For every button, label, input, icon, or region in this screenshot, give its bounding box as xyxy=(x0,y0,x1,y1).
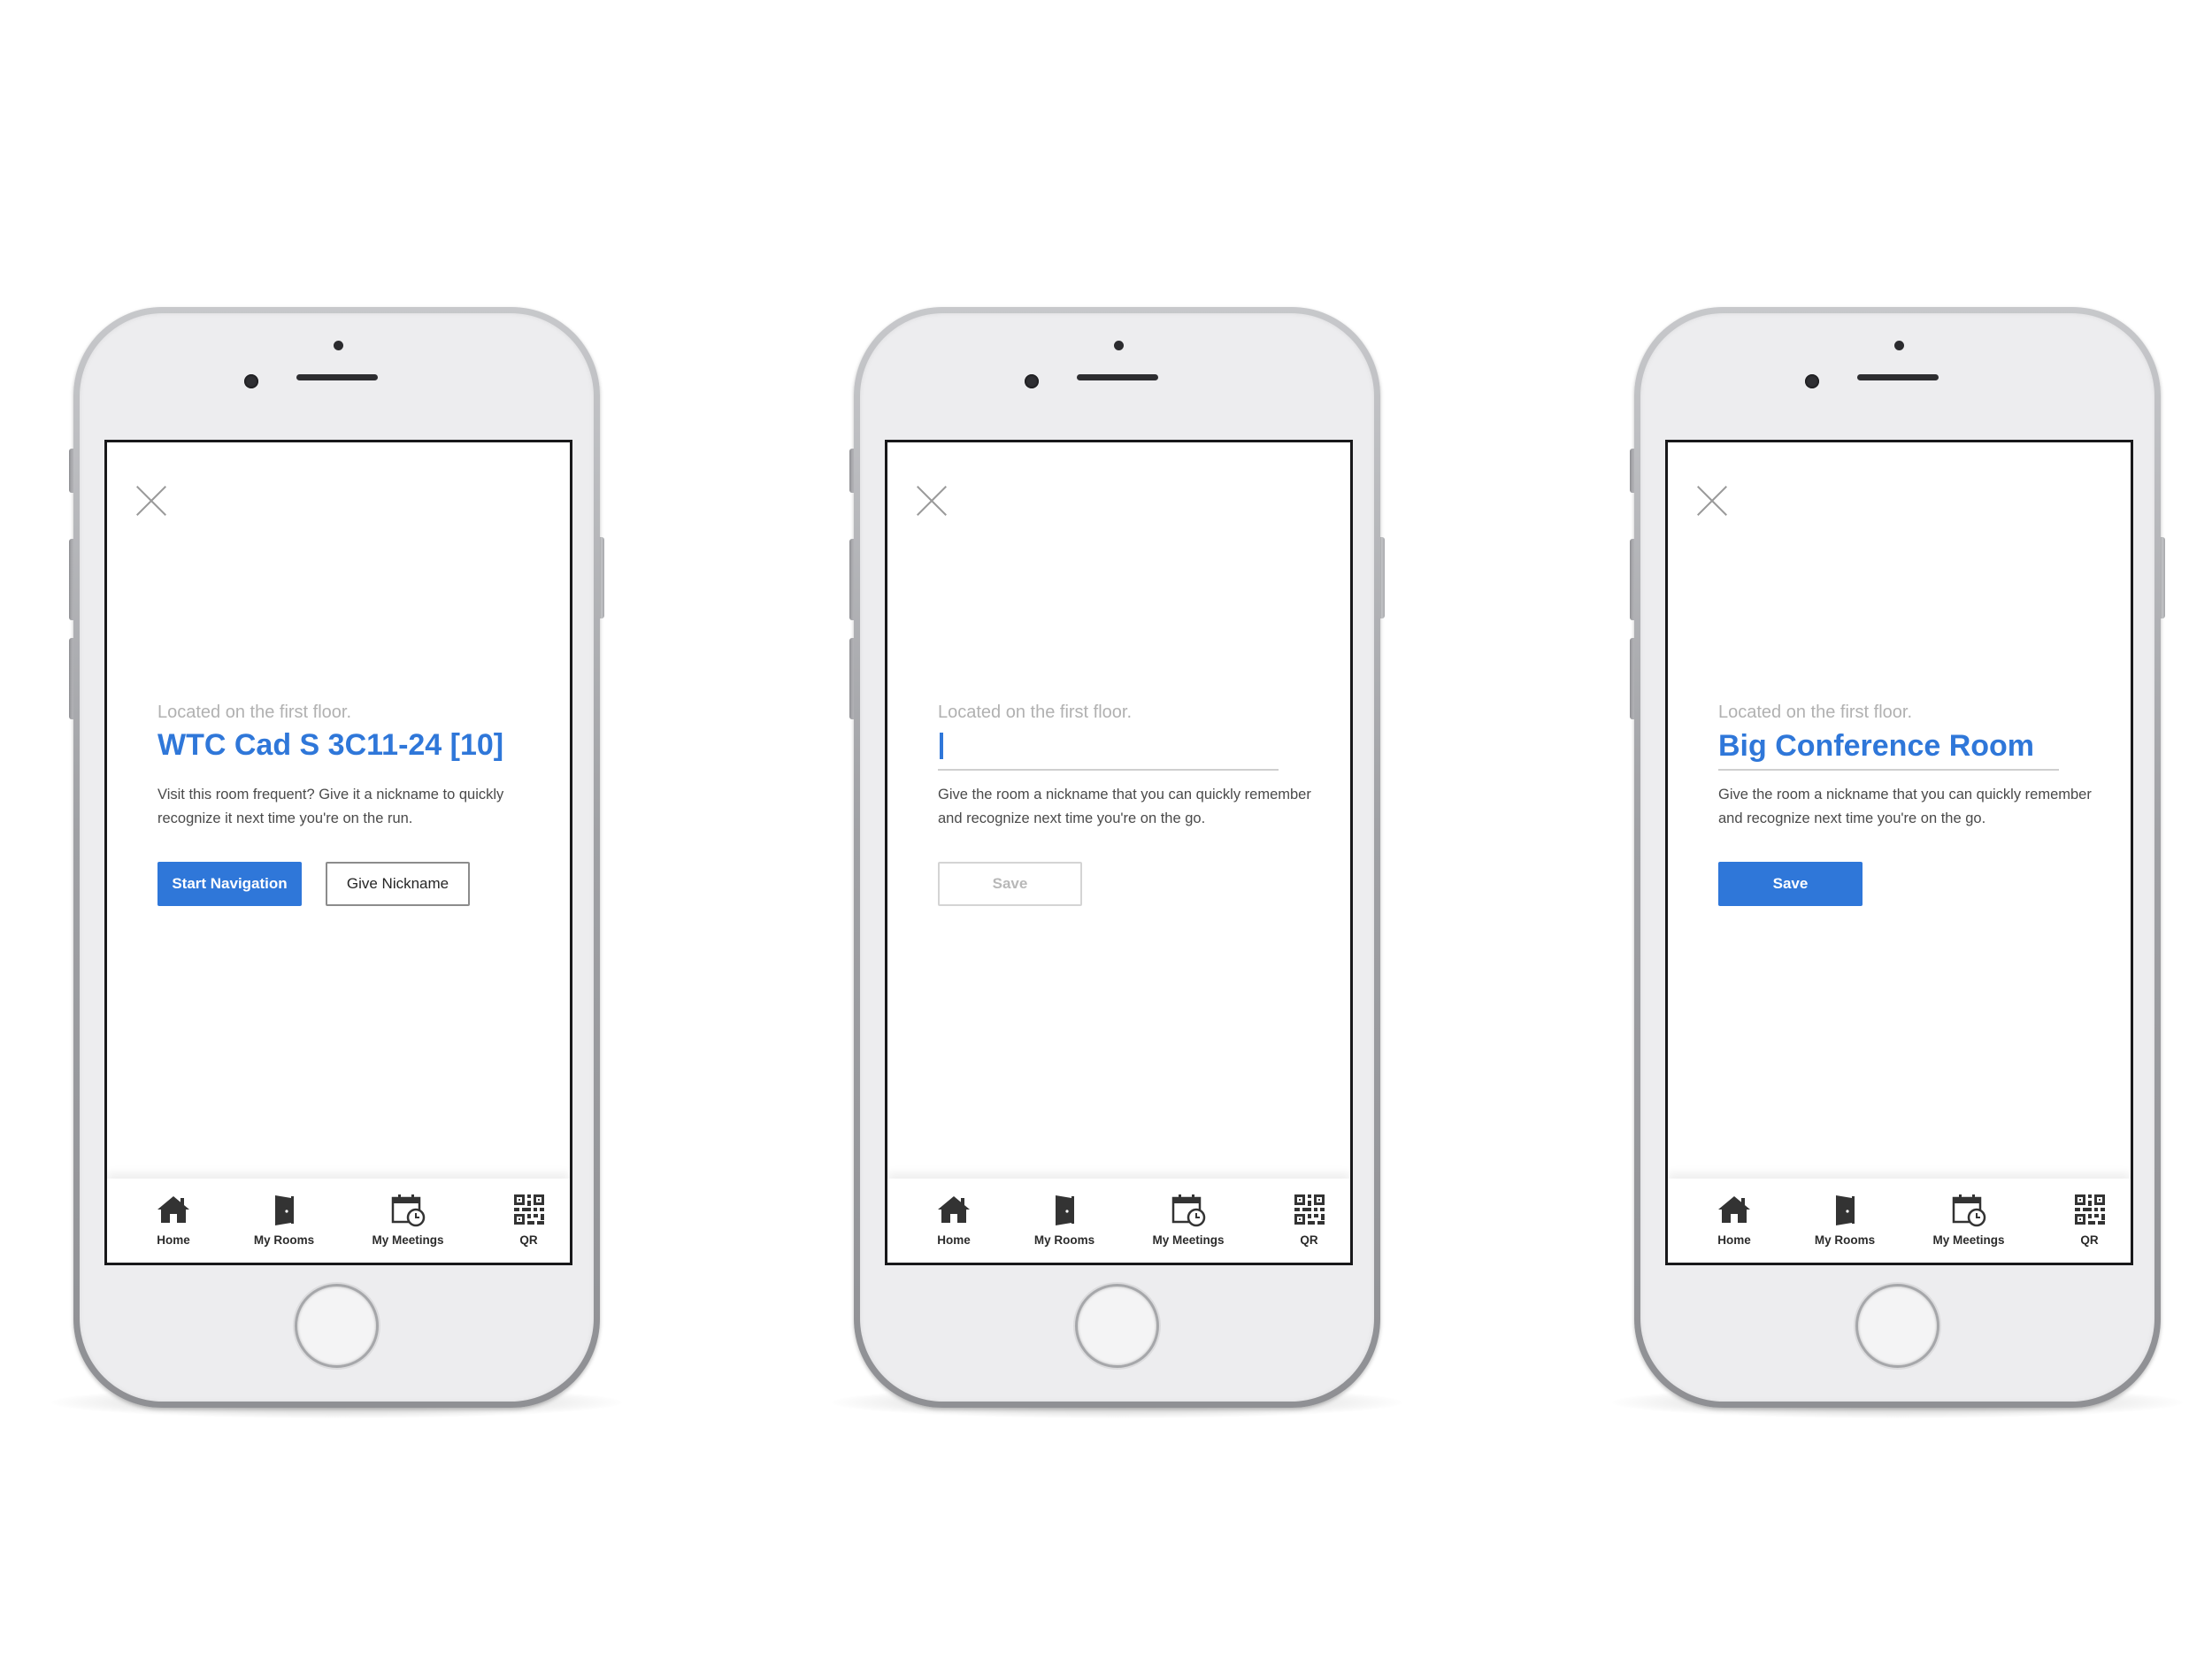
text-caret xyxy=(940,733,943,759)
nickname-input[interactable]: Big Conference Room xyxy=(1718,729,2059,771)
tab-qr[interactable]: QR xyxy=(1268,1179,1350,1263)
home-hardware-button[interactable] xyxy=(1855,1284,1939,1368)
tab-home[interactable]: Home xyxy=(107,1179,240,1263)
door-icon xyxy=(1056,1195,1074,1225)
app-screen: Located on the first floor. Big Conferen… xyxy=(1665,440,2133,1265)
bottom-tab-bar: Home My Rooms My Meetings QR xyxy=(107,1179,570,1263)
room-location: Located on the first floor. xyxy=(1718,703,1913,722)
room-location: Located on the first floor. xyxy=(938,703,1133,722)
qr-code-icon xyxy=(1294,1194,1325,1225)
room-title: WTC Cad S 3C11-24 [10] xyxy=(157,728,504,762)
front-camera xyxy=(1894,341,1904,350)
nickname-input-value: Big Conference Room xyxy=(1718,729,2035,763)
home-icon xyxy=(938,1196,970,1223)
tab-qr[interactable]: QR xyxy=(2048,1179,2131,1263)
room-location: Located on the first floor. xyxy=(157,703,352,722)
bottom-tab-bar: Home My Rooms My Meetings QR xyxy=(1668,1179,2131,1263)
tab-my-rooms[interactable]: My Rooms xyxy=(1801,1179,1889,1263)
home-hardware-button[interactable] xyxy=(1075,1284,1159,1368)
calendar-clock-icon xyxy=(1171,1194,1206,1227)
tab-my-rooms[interactable]: My Rooms xyxy=(1020,1179,1109,1263)
earpiece-speaker xyxy=(1077,374,1158,380)
save-button[interactable]: Save xyxy=(1718,862,1863,906)
earpiece-speaker xyxy=(1857,374,1939,380)
bottom-tab-bar: Home My Rooms My Meetings QR xyxy=(887,1179,1350,1263)
door-icon xyxy=(275,1195,294,1225)
nickname-hint: Give the room a nickname that you can qu… xyxy=(938,787,1311,826)
home-icon xyxy=(157,1196,189,1223)
proximity-sensor xyxy=(1805,374,1819,388)
qr-code-icon xyxy=(513,1194,544,1225)
nickname-input[interactable] xyxy=(938,729,1279,771)
earpiece-speaker xyxy=(296,374,378,380)
close-icon[interactable] xyxy=(134,483,169,518)
proximity-sensor xyxy=(244,374,258,388)
tab-home[interactable]: Home xyxy=(887,1179,1020,1263)
home-icon xyxy=(1718,1196,1750,1223)
front-camera xyxy=(1114,341,1124,350)
tab-my-meetings[interactable]: My Meetings xyxy=(1889,1179,2048,1263)
proximity-sensor xyxy=(1025,374,1039,388)
save-button[interactable]: Save xyxy=(938,862,1082,906)
phone-mockup-1: Located on the first floor. WTC Cad S 3C… xyxy=(51,307,622,1418)
close-icon[interactable] xyxy=(1694,483,1730,518)
close-icon[interactable] xyxy=(914,483,949,518)
give-nickname-button[interactable]: Give Nickname xyxy=(326,862,470,906)
calendar-clock-icon xyxy=(1952,1194,1986,1227)
app-screen: Located on the first floor. WTC Cad S 3C… xyxy=(104,440,572,1265)
tab-my-rooms[interactable]: My Rooms xyxy=(240,1179,328,1263)
tab-my-meetings[interactable]: My Meetings xyxy=(328,1179,488,1263)
nickname-hint: Give the room a nickname that you can qu… xyxy=(1718,787,2092,826)
door-icon xyxy=(1836,1195,1855,1225)
room-description: Visit this room frequent? Give it a nick… xyxy=(157,787,504,826)
phone-mockup-3: Located on the first floor. Big Conferen… xyxy=(1612,307,2183,1418)
tab-home[interactable]: Home xyxy=(1668,1179,1801,1263)
front-camera xyxy=(334,341,343,350)
tab-my-meetings[interactable]: My Meetings xyxy=(1109,1179,1268,1263)
tab-qr[interactable]: QR xyxy=(488,1179,570,1263)
home-hardware-button[interactable] xyxy=(295,1284,379,1368)
calendar-clock-icon xyxy=(391,1194,426,1227)
app-screen: Located on the first floor. Give the roo… xyxy=(885,440,1353,1265)
qr-code-icon xyxy=(2074,1194,2105,1225)
phone-mockup-2: Located on the first floor. Give the roo… xyxy=(832,307,1402,1418)
start-navigation-button[interactable]: Start Navigation xyxy=(157,862,302,906)
